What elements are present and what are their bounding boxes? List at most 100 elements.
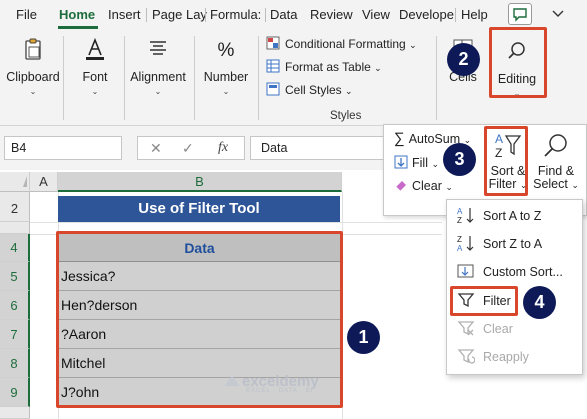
eraser-icon (395, 181, 406, 192)
row-header-3[interactable] (0, 222, 30, 234)
clear-label: Clear (412, 179, 442, 193)
cancel-icon[interactable]: ✕ (150, 140, 162, 157)
clear-button[interactable]: Clear ⌄ (394, 178, 453, 193)
tab-review[interactable]: Review (310, 7, 353, 22)
tab-developer[interactable]: Develope (399, 7, 454, 22)
tab-data[interactable]: Data (270, 7, 297, 22)
step-badge-2: 2 (447, 43, 480, 76)
clipboard-label: Clipboard (6, 70, 60, 84)
reapply-icon (457, 349, 475, 364)
align-icon (150, 41, 166, 55)
number-group[interactable]: % Number ⌄ (197, 30, 255, 96)
enter-icon[interactable]: ✓ (182, 140, 194, 157)
comment-icon (513, 8, 527, 22)
custom-sort-label: Custom Sort... (483, 265, 563, 279)
step-badge-1: 1 (347, 321, 380, 354)
chevron-down-icon: ⌄ (91, 87, 99, 96)
step-badge-3: 3 (443, 143, 476, 176)
column-header-a[interactable]: A (30, 172, 58, 192)
group-separator (124, 36, 125, 120)
cell-styles-label: Cell Styles (285, 83, 342, 97)
svg-text:A: A (457, 207, 463, 216)
row-header-5[interactable]: 5 (0, 262, 30, 291)
tab-separator (455, 8, 456, 22)
tab-formulas[interactable]: Formula: (210, 7, 261, 22)
search-icon (544, 134, 567, 157)
tab-insert[interactable]: Insert (108, 7, 141, 22)
chevron-down-icon: ⌄ (222, 87, 230, 96)
cell-styles-button[interactable]: Cell Styles ⌄ (266, 82, 353, 102)
font-icon (86, 37, 104, 60)
sort-a-to-z-label: Sort A to Z (483, 209, 542, 223)
sheet-title-cell[interactable]: Use of Filter Tool (58, 196, 340, 222)
row-header-2[interactable]: 2 (0, 196, 30, 222)
tab-separator (146, 8, 147, 22)
menu-item-clear: Clear (457, 319, 513, 341)
group-separator (258, 36, 259, 120)
sort-z-to-a-label: Sort Z to A (483, 237, 543, 251)
format-as-table-label: Format as Table (285, 60, 371, 74)
tab-view[interactable]: View (362, 7, 390, 22)
tab-home[interactable]: Home (59, 7, 95, 22)
tab-separator (205, 8, 206, 22)
tab-file[interactable]: File (16, 7, 37, 22)
comments-button[interactable] (508, 3, 532, 25)
column-header-b[interactable]: B (58, 172, 342, 192)
reapply-label: Reapply (483, 350, 529, 364)
row-header-9[interactable]: 9 (0, 378, 30, 407)
fill-down-icon (394, 155, 408, 169)
conditional-formatting-icon (266, 36, 280, 50)
alignment-group[interactable]: Alignment ⌄ (126, 30, 190, 96)
watermark: exceldemy EXCEL · DATA · BI (222, 373, 319, 394)
chevron-down-icon: ⌄ (29, 87, 37, 96)
fill-button[interactable]: Fill ⌄ (394, 155, 439, 170)
select-all-corner[interactable] (0, 172, 30, 192)
filter-highlight (450, 286, 518, 316)
conditional-formatting-button[interactable]: Conditional Formatting ⌄ (266, 36, 417, 56)
row-header-8[interactable]: 8 (0, 349, 30, 378)
active-tab-indicator (58, 26, 98, 29)
font-label: Font (82, 70, 108, 84)
fill-label: Fill (412, 156, 428, 170)
editing-highlight (489, 27, 547, 98)
sigma-icon: ∑ (394, 130, 405, 147)
insert-function-button[interactable]: fx (218, 140, 228, 156)
chevron-down-icon: ⌄ (154, 87, 162, 96)
ribbon-collapse-button[interactable] (547, 3, 571, 25)
clipboard-group[interactable]: Clipboard ⌄ (4, 30, 62, 96)
svg-text:Z: Z (457, 235, 462, 244)
font-group[interactable]: Font ⌄ (68, 30, 122, 96)
grid-line (30, 222, 442, 223)
watermark-tagline: EXCEL · DATA · BI (246, 388, 314, 394)
menu-item-sort-z-to-a[interactable]: Z A Sort Z to A (457, 234, 542, 256)
sort-ascending-icon: A Z (457, 207, 474, 224)
conditional-formatting-label: Conditional Formatting (285, 37, 406, 51)
select-all-triangle-icon (22, 176, 27, 187)
format-as-table-button[interactable]: Format as Table ⌄ (266, 59, 382, 79)
row-header-10[interactable] (0, 407, 30, 419)
step-badge-4: 4 (523, 286, 556, 319)
tab-help[interactable]: Help (461, 7, 488, 22)
custom-sort-icon (457, 264, 474, 278)
group-separator (194, 36, 195, 120)
group-separator (436, 36, 437, 120)
sort-descending-icon: Z A (457, 235, 474, 252)
tab-page-layout[interactable]: Page Lay (152, 7, 207, 22)
styles-group-label: Styles (330, 110, 362, 122)
find-select-button[interactable]: Find & Select ⌄ (531, 130, 581, 192)
row-header-4[interactable]: 4 (0, 234, 30, 262)
menu-tab-bar: File Home Insert Page Lay Formula: Data … (0, 0, 587, 30)
group-separator (63, 36, 64, 120)
menu-item-custom-sort[interactable]: Custom Sort... (457, 262, 563, 284)
formula-buttons: ✕ ✓ fx (137, 136, 245, 160)
svg-text:%: % (218, 40, 235, 61)
tab-separator (265, 8, 266, 22)
percent-icon: % (218, 40, 235, 61)
find-select-label-2: Select ⌄ (533, 177, 579, 191)
menu-item-sort-a-to-z[interactable]: A Z Sort A to Z (457, 206, 541, 228)
row-header-6[interactable]: 6 (0, 291, 30, 320)
chevron-down-icon (552, 10, 564, 17)
row-header-7[interactable]: 7 (0, 320, 30, 349)
name-box[interactable]: B4 (4, 136, 122, 160)
formula-input[interactable]: Data (250, 136, 390, 160)
